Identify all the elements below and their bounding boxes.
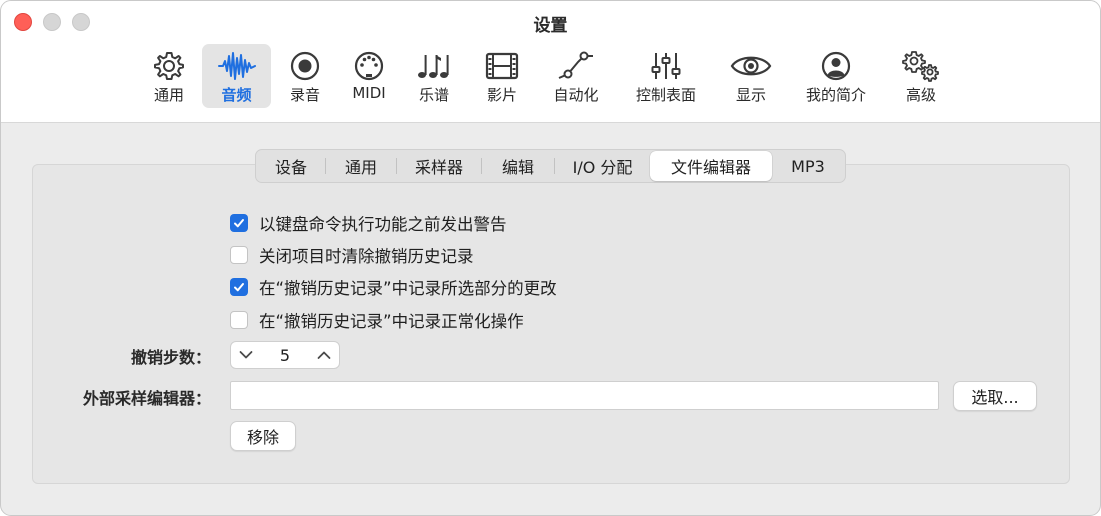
window-title: 设置	[533, 16, 568, 36]
gears-icon	[902, 51, 939, 82]
film-icon	[485, 52, 519, 80]
checkbox-label: 关闭项目时清除撤销历史记录	[259, 247, 474, 266]
toolbar-item-control-surfaces[interactable]: 控制表面	[629, 44, 703, 108]
tab-devices[interactable]: 设备	[257, 151, 325, 181]
checkmark-icon	[234, 219, 244, 228]
checkbox-label: 在“撤销历史记录”中记录所选部分的更改	[259, 279, 557, 298]
checkbox-checked[interactable]	[230, 214, 248, 232]
option-record-selection-changes[interactable]: 在“撤销历史记录”中记录所选部分的更改	[230, 275, 557, 299]
toolbar-label-movie: 影片	[486, 86, 517, 104]
checkbox-unchecked[interactable]	[230, 311, 248, 329]
record-icon	[290, 51, 320, 81]
tab-editing[interactable]: 编辑	[482, 151, 554, 181]
toolbar-label-general: 通用	[153, 86, 184, 104]
tab-sampler[interactable]: 采样器	[397, 151, 481, 181]
option-warn-before-key-command[interactable]: 以键盘命令执行功能之前发出警告	[230, 211, 507, 235]
chevron-down-icon[interactable]	[239, 350, 253, 360]
toolbar-item-advanced[interactable]: 高级	[897, 44, 945, 108]
gear-icon	[154, 52, 184, 80]
tab-bar: 设备 通用 采样器 编辑 I/O 分配 文件编辑器 MP3	[255, 149, 846, 183]
toolbar-item-record[interactable]: 录音	[282, 44, 328, 108]
toolbar-item-audio[interactable]: 音频	[202, 44, 271, 108]
toolbar-label-advanced: 高级	[905, 86, 936, 104]
toolbar-label-midi: MIDI	[352, 84, 386, 102]
checkbox-label: 以键盘命令执行功能之前发出警告	[259, 215, 507, 234]
sliders-icon	[651, 53, 681, 79]
option-record-normalize[interactable]: 在“撤销历史记录”中记录正常化操作	[230, 308, 524, 332]
tab-file-editor[interactable]: 文件编辑器	[650, 151, 772, 181]
settings-panel	[32, 164, 1070, 484]
checkbox-unchecked[interactable]	[230, 246, 248, 264]
toolbar-label-display: 显示	[735, 86, 766, 104]
waveform-icon	[217, 52, 256, 80]
tab-mp3[interactable]: MP3	[772, 151, 844, 181]
checkbox-label: 在“撤销历史记录”中记录正常化操作	[259, 312, 524, 331]
toolbar-item-midi[interactable]: MIDI	[346, 44, 392, 108]
chevron-up-icon[interactable]	[317, 350, 331, 360]
undo-steps-label: 撤销步数：	[130, 348, 211, 367]
midi-port-icon	[354, 51, 384, 81]
toolbar-label-control-surfaces: 控制表面	[635, 86, 696, 104]
automation-curve-icon	[558, 51, 593, 79]
toolbar-item-movie[interactable]: 影片	[479, 44, 525, 108]
person-icon	[821, 51, 851, 81]
toolbar-label-my-info: 我的简介	[805, 86, 866, 104]
undo-steps-value: 5	[279, 345, 291, 365]
music-notes-icon	[418, 55, 449, 78]
option-clear-undo-on-close[interactable]: 关闭项目时清除撤销历史记录	[230, 243, 474, 267]
external-editor-label: 外部采样编辑器：	[82, 389, 211, 408]
choose-button[interactable]: 选取...	[953, 381, 1037, 411]
settings-window: 设置 通用 音频 录音 MIDI 乐谱 影片 自动化 控制表面 显示 我的简介 …	[0, 0, 1101, 516]
toolbar-item-general[interactable]: 通用	[144, 44, 194, 108]
tab-io-assignments[interactable]: I/O 分配	[555, 151, 650, 181]
toolbar-label-automation: 自动化	[553, 86, 599, 104]
undo-steps-stepper[interactable]: 5	[230, 341, 340, 369]
checkbox-checked[interactable]	[230, 278, 248, 296]
eye-icon	[730, 56, 772, 76]
toolbar-item-my-info[interactable]: 我的简介	[801, 44, 871, 108]
toolbar-item-automation[interactable]: 自动化	[548, 44, 604, 108]
checkmark-icon	[234, 283, 244, 292]
toolbar-label-audio: 音频	[221, 86, 252, 104]
toolbar-label-score: 乐谱	[418, 86, 449, 104]
title-bar: 设置 通用 音频 录音 MIDI 乐谱 影片 自动化 控制表面 显示 我的简介 …	[1, 1, 1100, 123]
toolbar-item-display[interactable]: 显示	[728, 44, 774, 108]
external-editor-field[interactable]	[230, 381, 939, 410]
toolbar-item-score[interactable]: 乐谱	[411, 44, 457, 108]
toolbar-label-record: 录音	[289, 86, 320, 104]
remove-button[interactable]: 移除	[230, 421, 296, 451]
tab-general[interactable]: 通用	[326, 151, 396, 181]
